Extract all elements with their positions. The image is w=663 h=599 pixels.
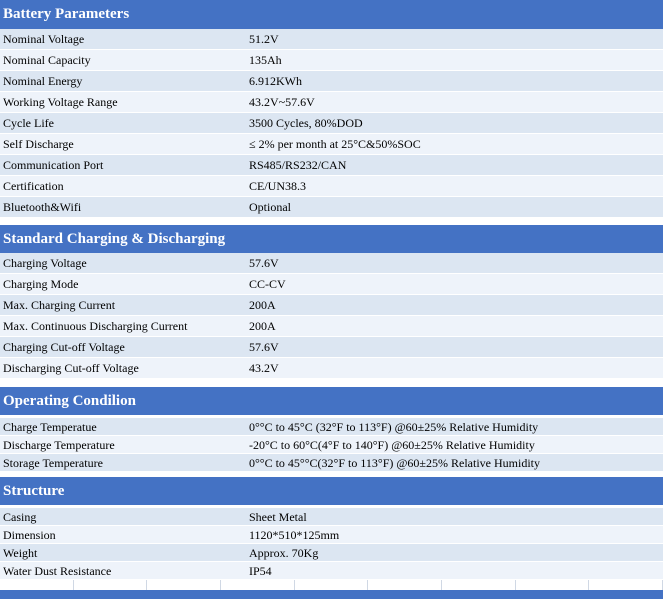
table-row: Charging Cut-off Voltage 57.6V bbox=[0, 337, 663, 358]
row-key: Charging Cut-off Voltage bbox=[3, 340, 125, 354]
table-row: Nominal Voltage 51.2V bbox=[0, 29, 663, 50]
table-row: Nominal Capacity 135Ah bbox=[0, 50, 663, 71]
row-key: Max. Charging Current bbox=[3, 298, 116, 312]
row-value: CC-CV bbox=[249, 277, 286, 291]
table-row: Nominal Energy 6.912KWh bbox=[0, 71, 663, 92]
table-row: Discharging Cut-off Voltage 43.2V bbox=[0, 358, 663, 379]
grid-cell bbox=[0, 580, 74, 590]
section-battery-parameters: Battery Parameters Nominal Voltage 51.2V … bbox=[0, 0, 663, 218]
row-key: Weight bbox=[3, 546, 38, 560]
section-title: Battery Parameters bbox=[0, 0, 663, 29]
row-value: CE/UN38.3 bbox=[249, 179, 306, 193]
table-row: Cycle Life 3500 Cycles, 80%DOD bbox=[0, 113, 663, 134]
row-value: -20°C to 60°C(4°F to 140°F) @60±25% Rela… bbox=[249, 438, 535, 452]
row-key: Working Voltage Range bbox=[3, 95, 118, 109]
row-value: IP54 bbox=[249, 564, 272, 578]
table-row: Weight Approx. 70Kg bbox=[0, 544, 663, 562]
row-value: 135Ah bbox=[249, 53, 282, 67]
row-key: Discharging Cut-off Voltage bbox=[3, 361, 139, 375]
grid-cell bbox=[147, 580, 222, 590]
table-row: Working Voltage Range 43.2V~57.6V bbox=[0, 92, 663, 113]
table-row: Discharge Temperature -20°C to 60°C(4°F t… bbox=[0, 436, 663, 454]
row-value: Sheet Metal bbox=[249, 510, 307, 524]
row-key: Cycle Life bbox=[3, 116, 54, 130]
row-key: Charging Mode bbox=[3, 277, 79, 291]
empty-grid-row bbox=[0, 580, 663, 590]
row-value: 6.912KWh bbox=[249, 74, 302, 88]
grid-cell bbox=[294, 580, 369, 590]
table-row: Self Discharge ≤ 2% per month at 25°C&50%… bbox=[0, 134, 663, 155]
table-row: Water Dust Resistance IP54 bbox=[0, 562, 663, 580]
row-value: 0°°C to 45°°C(32°F to 113°F) @60±25% Rel… bbox=[249, 456, 540, 470]
row-key: Max. Continuous Discharging Current bbox=[3, 319, 188, 333]
row-value: 51.2V bbox=[249, 32, 279, 46]
row-key: Casing bbox=[3, 510, 37, 524]
row-key: Certification bbox=[3, 179, 64, 193]
row-value: RS485/RS232/CAN bbox=[249, 158, 347, 172]
table-row: Charging Mode CC-CV bbox=[0, 274, 663, 295]
row-key: Nominal Capacity bbox=[3, 53, 91, 67]
row-key: Self Discharge bbox=[3, 137, 74, 151]
grid-cell bbox=[368, 580, 443, 590]
section-operating-condition: Operating Condilion Charge Temperatue 0°°… bbox=[0, 386, 663, 472]
row-value: 200A bbox=[249, 298, 276, 312]
row-value: 1120*510*125mm bbox=[249, 528, 340, 542]
row-value: 43.2V bbox=[249, 361, 279, 375]
table-row: Charge Temperatue 0°°C to 45°C (32°F to 1… bbox=[0, 418, 663, 436]
grid-cell bbox=[515, 580, 590, 590]
row-key: Storage Temperature bbox=[3, 456, 103, 470]
grid-cell bbox=[221, 580, 295, 590]
row-key: Charging Voltage bbox=[3, 256, 87, 270]
table-row: Communication Port RS485/RS232/CAN bbox=[0, 155, 663, 176]
grid-cell bbox=[442, 580, 516, 590]
table-row: Dimension 1120*510*125mm bbox=[0, 526, 663, 544]
row-key: Communication Port bbox=[3, 158, 104, 172]
row-key: Charge Temperatue bbox=[3, 420, 97, 434]
table-row: Bluetooth&Wifi Optional bbox=[0, 197, 663, 218]
row-key: Nominal Energy bbox=[3, 74, 83, 88]
grid-cell bbox=[73, 580, 148, 590]
row-key: Discharge Temperature bbox=[3, 438, 115, 452]
section-structure: Structure Casing Sheet Metal Dimension 112… bbox=[0, 476, 663, 580]
footer-bar bbox=[0, 590, 663, 599]
section-title: Structure bbox=[0, 476, 663, 505]
row-key: Water Dust Resistance bbox=[3, 564, 112, 578]
grid-cell bbox=[589, 580, 663, 590]
row-value: 200A bbox=[249, 319, 276, 333]
row-value: Approx. 70Kg bbox=[249, 546, 319, 560]
row-key: Nominal Voltage bbox=[3, 32, 85, 46]
row-value: 57.6V bbox=[249, 256, 279, 270]
row-value: 3500 Cycles, 80%DOD bbox=[249, 116, 363, 130]
table-row: Max. Continuous Discharging Current 200A bbox=[0, 316, 663, 337]
row-value: Optional bbox=[249, 200, 291, 214]
table-row: Max. Charging Current 200A bbox=[0, 295, 663, 316]
table-row: Storage Temperature 0°°C to 45°°C(32°F to… bbox=[0, 454, 663, 472]
table-row: Casing Sheet Metal bbox=[0, 508, 663, 526]
section-title: Operating Condilion bbox=[0, 386, 663, 415]
table-row: Charging Voltage 57.6V bbox=[0, 253, 663, 274]
row-value: 57.6V bbox=[249, 340, 279, 354]
spec-sheet: Battery Parameters Nominal Voltage 51.2V … bbox=[0, 0, 663, 599]
row-key: Bluetooth&Wifi bbox=[3, 200, 82, 214]
row-value: 0°°C to 45°C (32°F to 113°F) @60±25% Rel… bbox=[249, 420, 539, 434]
section-standard-charging: Standard Charging & Discharging Charging… bbox=[0, 224, 663, 379]
section-title: Standard Charging & Discharging bbox=[0, 224, 663, 253]
row-value: 43.2V~57.6V bbox=[249, 95, 315, 109]
table-row: Certification CE/UN38.3 bbox=[0, 176, 663, 197]
row-key: Dimension bbox=[3, 528, 56, 542]
row-value: ≤ 2% per month at 25°C&50%SOC bbox=[249, 137, 421, 151]
